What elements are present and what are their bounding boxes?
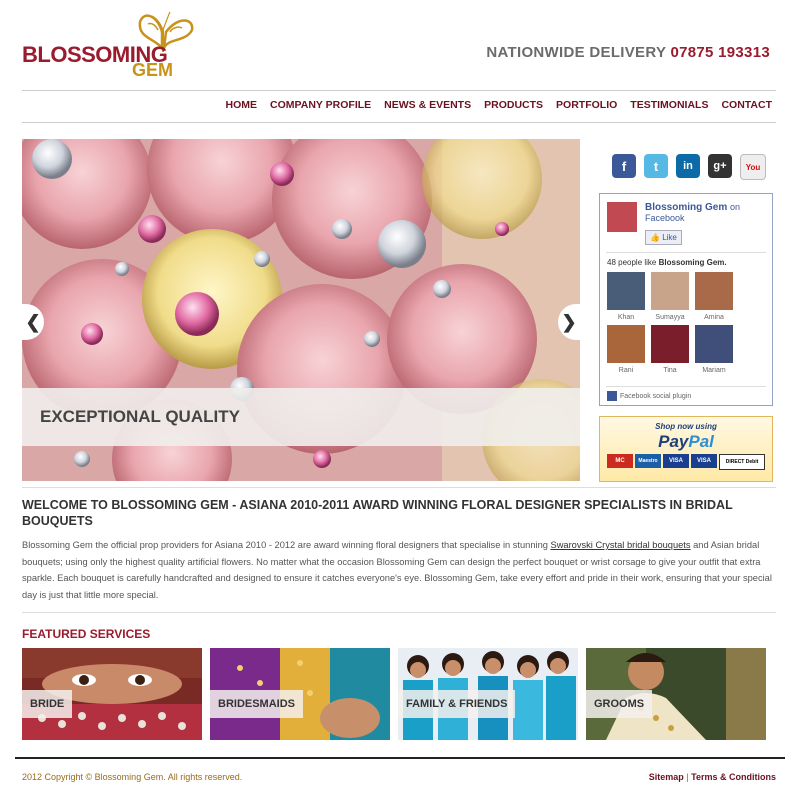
site-logo[interactable]: BLOSSOMING GEM <box>22 8 194 80</box>
fb-on-text: on <box>730 202 741 212</box>
footer-separator: | <box>686 772 689 782</box>
logo-text-gem: GEM <box>132 60 174 80</box>
twitter-icon[interactable]: t <box>644 154 668 178</box>
fan-avatar <box>607 325 645 363</box>
fb-count-page[interactable]: Blossoming Gem. <box>659 258 727 267</box>
featured-services: BRIDE BRIDESMAIDS FAMILY & FRIENDS GROOM… <box>22 648 766 740</box>
nav-testimonials[interactable]: TESTIMONIALS <box>630 99 708 111</box>
featured-title: FEATURED SERVICES <box>22 627 151 641</box>
fan-name: Rani <box>618 367 634 374</box>
fb-fan[interactable]: Khan <box>607 272 645 321</box>
delivery-label: NATIONWIDE DELIVERY <box>486 44 666 61</box>
service-family-friends[interactable]: FAMILY & FRIENDS <box>398 648 578 740</box>
facebook-small-icon <box>607 391 617 401</box>
page-avatar[interactable] <box>607 202 637 232</box>
fb-fans-grid: Khan Sumayya Amina Rani Tina Mariam <box>607 272 733 374</box>
fan-avatar <box>651 325 689 363</box>
nav-portfolio[interactable]: PORTFOLIO <box>556 99 617 111</box>
service-label: BRIDESMAIDS <box>210 690 304 718</box>
fan-name: Sumayya <box>655 314 685 321</box>
paypal-shop-text: Shop now using <box>655 422 717 431</box>
service-label: FAMILY & FRIENDS <box>398 690 516 718</box>
social-icons: f t in g+ You <box>612 154 766 180</box>
fb-count-prefix: 48 people like <box>607 258 657 267</box>
copyright: 2012 Copyright © Blossoming Gem. All rig… <box>22 772 243 782</box>
fb-fan[interactable]: Tina <box>651 325 689 374</box>
paypal-pay: Pay <box>658 432 689 451</box>
paypal-banner[interactable]: Shop now using PayPal MC Maestro VISA VI… <box>599 416 773 482</box>
swarovski-bouquets-link[interactable]: Swarovski Crystal bridal bouquets <box>551 540 691 550</box>
service-bride[interactable]: BRIDE <box>22 648 202 740</box>
chevron-left-icon: ❮ <box>25 311 41 332</box>
paypal-pal: Pal <box>688 432 714 451</box>
chevron-right-icon: ❯ <box>561 311 577 332</box>
fan-name: Khan <box>617 314 635 321</box>
fb-like-count: 48 people like Blossoming Gem. <box>607 258 727 267</box>
fb-fan[interactable]: Mariam <box>695 325 733 374</box>
terms-link[interactable]: Terms & Conditions <box>691 772 776 782</box>
main-nav: HOME COMPANY PROFILE NEWS & EVENTS PRODU… <box>226 99 772 111</box>
fan-name: Tina <box>663 367 677 374</box>
fb-fan[interactable]: Rani <box>607 325 645 374</box>
fb-page-name-link[interactable]: Blossoming Gem <box>645 202 727 213</box>
fan-avatar <box>651 272 689 310</box>
slide-caption-text: EXCEPTIONAL QUALITY <box>40 407 240 426</box>
fb-like-label: Like <box>662 233 677 242</box>
hero-slider: EXCEPTIONAL QUALITY ❮ ❯ <box>22 139 580 481</box>
welcome-title: WELCOME TO BLOSSOMING GEM - ASIANA 2010-… <box>22 498 733 528</box>
visa-electron-icon: VISA <box>691 454 717 468</box>
nav-news-events[interactable]: NEWS & EVENTS <box>384 99 471 111</box>
fb-plugin-label: Facebook social plugin <box>620 392 692 400</box>
maestro-icon: Maestro <box>635 454 661 468</box>
facebook-like-box: Blossoming Gem on Facebook 👍 Like 48 peo… <box>599 193 773 406</box>
nationwide-delivery: NATIONWIDE DELIVERY 07875 193313 <box>486 44 770 61</box>
nav-contact[interactable]: CONTACT <box>721 99 772 111</box>
welcome-body: Blossoming Gem the official prop provide… <box>22 537 776 603</box>
fan-avatar <box>695 325 733 363</box>
linkedin-icon[interactable]: in <box>676 154 700 178</box>
footer-divider <box>15 757 785 759</box>
thumbs-up-icon: 👍 <box>650 233 660 242</box>
footer-links: Sitemap | Terms & Conditions <box>649 772 776 782</box>
fan-name: Mariam <box>702 367 726 374</box>
payment-cards: MC Maestro VISA VISA DIRECT Debit <box>600 454 772 470</box>
welcome-text-1: Blossoming Gem the official prop provide… <box>22 540 551 550</box>
fb-fan[interactable]: Sumayya <box>651 272 689 321</box>
youtube-icon[interactable]: You <box>740 154 766 180</box>
fb-platform-link[interactable]: Facebook <box>645 213 685 223</box>
direct-debit-icon: DIRECT Debit <box>719 454 765 470</box>
fb-divider <box>606 252 766 253</box>
fb-page-title: Blossoming Gem on Facebook <box>645 202 740 224</box>
fan-name: Amina <box>704 314 724 321</box>
fb-social-plugin[interactable]: Facebook social plugin <box>607 391 691 401</box>
nav-home[interactable]: HOME <box>226 99 258 111</box>
service-label: BRIDE <box>22 690 73 718</box>
header-divider-bottom <box>22 122 776 123</box>
header-divider-top <box>22 90 776 91</box>
fan-avatar <box>607 272 645 310</box>
nav-products[interactable]: PRODUCTS <box>484 99 543 111</box>
mastercard-icon: MC <box>607 454 633 468</box>
service-grooms[interactable]: GROOMS <box>586 648 766 740</box>
facebook-icon[interactable]: f <box>612 154 636 178</box>
fan-avatar <box>695 272 733 310</box>
sitemap-link[interactable]: Sitemap <box>649 772 684 782</box>
fb-fan[interactable]: Amina <box>695 272 733 321</box>
section-divider <box>22 612 776 613</box>
fb-like-button[interactable]: 👍 Like <box>645 230 682 245</box>
service-bridesmaids[interactable]: BRIDESMAIDS <box>210 648 390 740</box>
nav-company-profile[interactable]: COMPANY PROFILE <box>270 99 371 111</box>
visa-icon: VISA <box>663 454 689 468</box>
slide-caption: EXCEPTIONAL QUALITY <box>22 388 580 446</box>
delivery-phone: 07875 193313 <box>670 44 770 61</box>
googleplus-icon[interactable]: g+ <box>708 154 732 178</box>
paypal-logo: PayPal <box>600 432 772 452</box>
service-label: GROOMS <box>586 690 653 718</box>
section-divider <box>22 487 776 488</box>
fb-divider <box>606 386 766 387</box>
